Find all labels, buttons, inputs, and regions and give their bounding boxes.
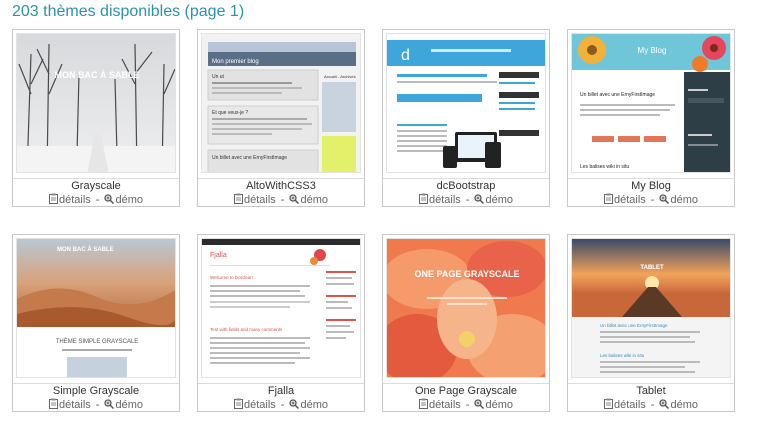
svg-text:Les balises wiki in situ: Les balises wiki in situ bbox=[580, 164, 629, 170]
theme-name: AltoWithCSS3 bbox=[246, 180, 316, 192]
zoom-icon bbox=[104, 399, 115, 412]
theme-card-dcbootstrap: d dcBootstrap détails - démo bbox=[382, 29, 550, 207]
zoom-icon bbox=[289, 399, 300, 412]
demo-link[interactable]: démo bbox=[659, 399, 698, 411]
theme-thumbnail[interactable]: Fjalla Welcome to Dotclear! Test with fi… bbox=[201, 238, 361, 378]
demo-link[interactable]: démo bbox=[474, 194, 513, 206]
details-link[interactable]: détails bbox=[419, 193, 461, 207]
theme-name: Fjalla bbox=[267, 385, 295, 397]
theme-name: dcBootstrap bbox=[436, 180, 496, 192]
svg-text:ONE PAGE GRAYSCALE: ONE PAGE GRAYSCALE bbox=[414, 269, 519, 279]
svg-text:Test with fields and many comm: Test with fields and many comments bbox=[210, 327, 283, 332]
theme-name: One Page Grayscale bbox=[414, 385, 518, 397]
svg-text:Un billet avec une ErnyFirstIm: Un billet avec une ErnyFirstImage bbox=[580, 92, 655, 98]
demo-link[interactable]: démo bbox=[289, 399, 328, 411]
demo-link[interactable]: démo bbox=[289, 194, 328, 206]
svg-text:My Blog: My Blog bbox=[638, 46, 667, 55]
clipboard-icon bbox=[49, 193, 58, 207]
theme-name: Simple Grayscale bbox=[52, 385, 140, 397]
details-link[interactable]: détails bbox=[234, 398, 276, 412]
svg-text:Un ut: Un ut bbox=[212, 74, 225, 80]
theme-thumbnail[interactable]: My Blog Un billet avec une ErnyFirstImag… bbox=[571, 33, 731, 173]
theme-thumbnail[interactable]: TABLET Un billet avec une ErnyFirstImage… bbox=[571, 238, 731, 378]
demo-link[interactable]: démo bbox=[659, 194, 698, 206]
details-link[interactable]: détails bbox=[49, 398, 91, 412]
clipboard-icon bbox=[604, 398, 613, 412]
details-link[interactable]: détails bbox=[49, 193, 91, 207]
zoom-icon bbox=[659, 399, 670, 412]
details-link[interactable]: détails bbox=[604, 193, 646, 207]
theme-thumbnail[interactable]: Mon premier blog Un ut Et que veux-je ? … bbox=[201, 33, 361, 173]
theme-card-one-page-grayscale: ONE PAGE GRAYSCALE One Page Grayscale dé… bbox=[382, 234, 550, 412]
theme-card-simple-grayscale: MON BAC À SABLE THÈME SIMPLE GRAYSCALE S… bbox=[12, 234, 180, 412]
svg-text:TABLET: TABLET bbox=[640, 265, 664, 271]
theme-thumbnail[interactable]: MON BAC À SABLE THÈME SIMPLE GRAYSCALE bbox=[16, 238, 176, 378]
svg-text:Fjalla: Fjalla bbox=[210, 252, 227, 259]
details-link[interactable]: détails bbox=[604, 398, 646, 412]
svg-text:Accueil - Archives: Accueil - Archives bbox=[324, 74, 356, 79]
clipboard-icon bbox=[419, 193, 428, 207]
zoom-icon bbox=[474, 399, 485, 412]
theme-name: Grayscale bbox=[71, 180, 121, 192]
zoom-icon bbox=[289, 194, 300, 207]
zoom-icon bbox=[474, 194, 485, 207]
clipboard-icon bbox=[49, 398, 58, 412]
theme-name: My Blog bbox=[631, 180, 671, 192]
demo-link[interactable]: démo bbox=[474, 399, 513, 411]
theme-name: Tablet bbox=[636, 385, 666, 397]
svg-text:Et que veux-je ?: Et que veux-je ? bbox=[212, 110, 248, 116]
details-link[interactable]: détails bbox=[419, 398, 461, 412]
theme-thumbnail[interactable]: d bbox=[386, 33, 546, 173]
svg-text:MON BAC À SABLE: MON BAC À SABLE bbox=[57, 246, 114, 253]
theme-card-grayscale: MON BAC À SABLE Grayscale détails - démo bbox=[12, 29, 180, 207]
svg-text:Un billet avec une ErnyFirstIm: Un billet avec une ErnyFirstImage bbox=[600, 323, 668, 328]
thumb-text: MON BAC À SABLE bbox=[55, 70, 140, 80]
demo-link[interactable]: démo bbox=[104, 399, 143, 411]
theme-card-tablet: TABLET Un billet avec une ErnyFirstImage… bbox=[567, 234, 735, 412]
svg-text:THÈME SIMPLE GRAYSCALE: THÈME SIMPLE GRAYSCALE bbox=[56, 338, 139, 345]
svg-text:d: d bbox=[401, 47, 410, 64]
page-title: 203 thèmes disponibles (page 1) bbox=[12, 3, 245, 20]
zoom-icon bbox=[104, 194, 115, 207]
svg-text:Un billet avec une ErnyFirstIm: Un billet avec une ErnyFirstImage bbox=[212, 155, 287, 161]
svg-text:Welcome to Dotclear!: Welcome to Dotclear! bbox=[210, 275, 253, 280]
theme-card-my-blog: My Blog Un billet avec une ErnyFirstImag… bbox=[567, 29, 735, 207]
clipboard-icon bbox=[234, 398, 243, 412]
theme-card-altowithcss3: Mon premier blog Un ut Et que veux-je ? … bbox=[197, 29, 365, 207]
details-link[interactable]: détails bbox=[234, 193, 276, 207]
svg-text:Les balises wiki in situ: Les balises wiki in situ bbox=[600, 353, 645, 358]
theme-card-fjalla: Fjalla Welcome to Dotclear! Test with fi… bbox=[197, 234, 365, 412]
zoom-icon bbox=[659, 194, 670, 207]
clipboard-icon bbox=[419, 398, 428, 412]
svg-text:Mon premier blog: Mon premier blog bbox=[212, 59, 259, 65]
clipboard-icon bbox=[604, 193, 613, 207]
clipboard-icon bbox=[234, 193, 243, 207]
theme-thumbnail[interactable]: ONE PAGE GRAYSCALE bbox=[386, 238, 546, 378]
demo-link[interactable]: démo bbox=[104, 194, 143, 206]
theme-thumbnail[interactable]: MON BAC À SABLE bbox=[16, 33, 176, 173]
